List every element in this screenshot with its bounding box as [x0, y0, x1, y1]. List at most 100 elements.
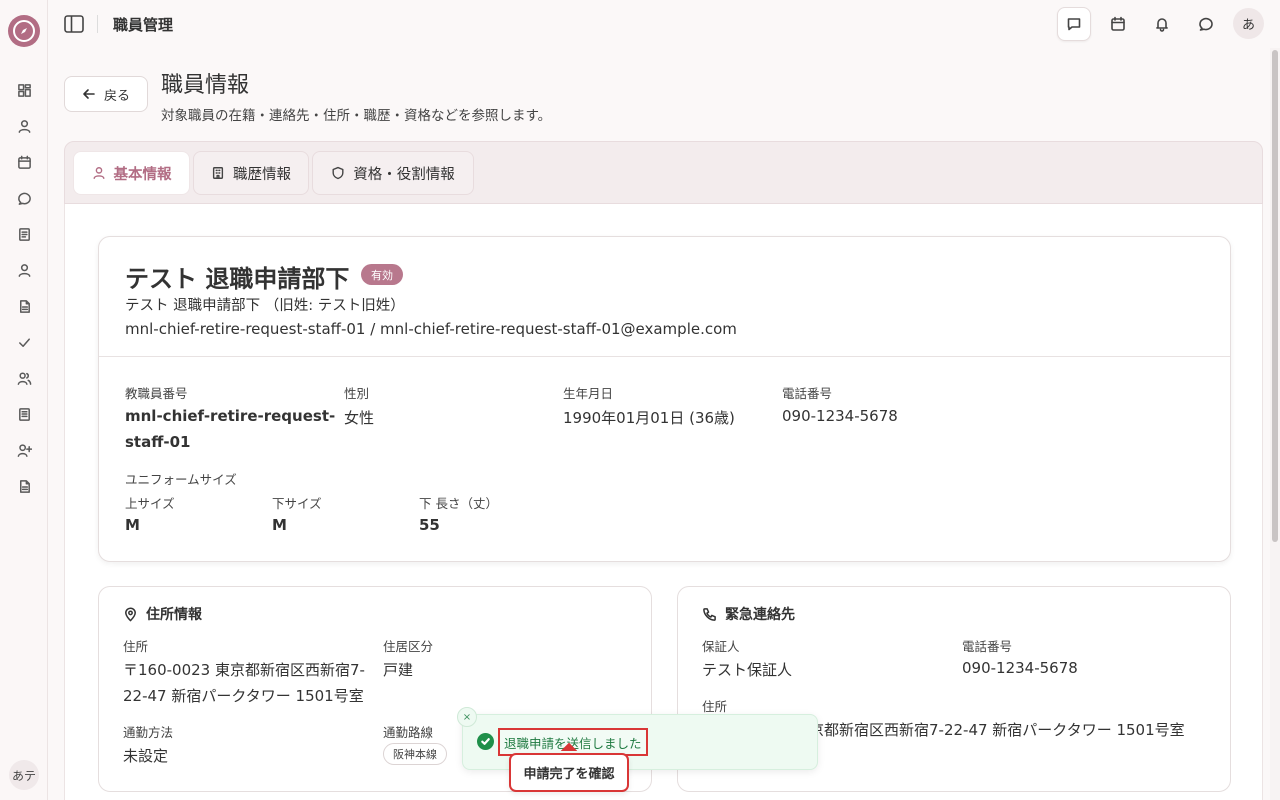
address-card-title-text: 住所情報	[146, 607, 202, 623]
topbar: 職員管理 あ	[48, 0, 1270, 48]
address-line1: 〒160-0023 東京都新宿区西新宿7-	[123, 661, 365, 679]
uniform-label: ユニフォームサイズ	[125, 472, 237, 487]
address-label: 住所	[123, 639, 149, 654]
emergency-phone-value: 090-1234-5678	[962, 659, 1078, 677]
sidebar-item-add-user[interactable]	[14, 440, 34, 460]
dashboard-icon	[17, 83, 31, 97]
tab-label: 職歴情報	[233, 166, 291, 183]
residence-label: 住居区分	[383, 639, 434, 654]
chat-button[interactable]	[1189, 7, 1223, 41]
sidebar-item-user[interactable]	[14, 116, 34, 136]
calendar-button[interactable]	[1101, 7, 1135, 41]
emergency-address-label: 住所	[702, 699, 728, 714]
uniform-top-label: 上サイズ	[125, 496, 175, 511]
employee-kana: テスト 退職申請部下 （旧姓: テスト旧姓）	[125, 298, 405, 314]
sidebar-item-users[interactable]	[14, 368, 34, 388]
person-icon	[18, 263, 30, 277]
message-square-icon	[1067, 18, 1081, 31]
toast-close-button[interactable]: ×	[457, 707, 477, 727]
phone-label: 電話番号	[782, 386, 833, 401]
confirm-submission-button[interactable]: 申請完了を確認	[509, 753, 629, 792]
sidebar-toggle-button[interactable]	[63, 13, 85, 35]
tab-label: 基本情報	[113, 166, 172, 183]
shield-icon	[332, 166, 344, 180]
phone-value: 090-1234-5678	[782, 407, 898, 425]
residence-value: 戸建	[383, 661, 414, 679]
calendar-icon	[1111, 16, 1125, 31]
status-badge: 有効	[361, 264, 403, 285]
check-icon	[18, 337, 30, 347]
map-pin-icon	[125, 607, 136, 621]
bell-icon	[1156, 18, 1168, 32]
page-title: 職員情報	[161, 73, 250, 98]
uniform-bottom-value: M	[272, 516, 287, 534]
check-circle-icon	[477, 733, 494, 750]
uniform-bottom-label: 下サイズ	[272, 496, 322, 511]
back-button[interactable]: 戻る	[64, 76, 148, 112]
topbar-divider	[97, 15, 98, 33]
route-chip: 阪神本線	[383, 743, 447, 765]
scrollbar-thumb[interactable]	[1272, 50, 1278, 542]
chat-icon	[17, 192, 31, 205]
app-logo[interactable]	[8, 15, 40, 47]
staff-no-value-line1: mnl-chief-retire-request-	[125, 407, 336, 425]
tab-qualification-info[interactable]: 資格・役割情報	[312, 151, 474, 195]
sidebar-item-calendar[interactable]	[14, 152, 34, 172]
gender-value: 女性	[344, 409, 375, 427]
sidebar-item-person[interactable]	[14, 260, 34, 280]
commute-value: 未設定	[123, 747, 169, 765]
emergency-card-title-text: 緊急連絡先	[725, 607, 795, 623]
notifications-button[interactable]	[1145, 7, 1179, 41]
user-avatar[interactable]: あ	[1233, 8, 1264, 39]
birth-label: 生年月日	[563, 386, 614, 401]
user-icon	[18, 119, 30, 133]
tabs-bar: 基本情報 職歴情報 資格・役割情報	[64, 141, 1263, 204]
card-divider	[99, 356, 1230, 357]
guarantor-value: テスト保証人	[702, 661, 793, 679]
building-icon	[212, 167, 224, 179]
uniform-length-label: 下 長さ（丈）	[419, 496, 498, 511]
tab-career-info[interactable]: 職歴情報	[193, 151, 309, 195]
emergency-phone-label: 電話番号	[962, 639, 1013, 654]
employee-summary-card: テスト 退職申請部下 有効 テスト 退職申請部下 （旧姓: テスト旧姓） mnl…	[98, 236, 1231, 562]
chat-icon	[1199, 17, 1213, 31]
back-button-label: 戻る	[103, 88, 130, 104]
toast-message: 退職申請を送信しました	[498, 728, 648, 756]
gender-label: 性別	[344, 386, 370, 401]
address-line2: 22-47 新宿パークタワー 1501号室	[123, 687, 364, 705]
employee-login: mnl-chief-retire-request-staff-01 / mnl-…	[125, 320, 737, 338]
panel-left-icon	[64, 15, 84, 33]
sidebar-avatar[interactable]: あテ	[9, 760, 39, 790]
messages-button[interactable]	[1057, 7, 1091, 41]
document-icon	[18, 227, 30, 241]
section-title: 職員管理	[113, 16, 174, 34]
calendar-icon	[17, 155, 31, 169]
file-icon	[19, 299, 30, 313]
arrow-left-icon	[83, 89, 95, 99]
compass-icon	[21, 28, 27, 34]
guarantor-label: 保証人	[702, 639, 740, 654]
uniform-top-value: M	[125, 516, 140, 534]
sidebar-item-report[interactable]	[14, 476, 34, 496]
sidebar-item-document[interactable]	[14, 224, 34, 244]
sidebar-item-check[interactable]	[14, 332, 34, 352]
route-label: 通勤路線	[383, 725, 434, 740]
notebook-icon	[18, 407, 30, 421]
sidebar-item-file[interactable]	[14, 296, 34, 316]
tab-basic-info[interactable]: 基本情報	[73, 151, 190, 195]
employee-name: テスト 退職申請部下	[125, 265, 350, 293]
birth-value: 1990年01月01日 (36歳)	[563, 409, 735, 427]
commute-label: 通勤方法	[123, 725, 174, 740]
sidebar-item-chat[interactable]	[14, 188, 34, 208]
tab-label: 資格・役割情報	[353, 166, 455, 183]
report-icon	[19, 479, 30, 493]
sidebar: あテ	[0, 0, 48, 800]
phone-icon	[703, 607, 716, 621]
page-subtitle: 対象職員の在籍・連絡先・住所・職歴・資格などを参照します。	[161, 108, 552, 124]
staff-no-value-line2: staff-01	[125, 433, 191, 451]
users-icon	[17, 372, 31, 385]
sidebar-item-notebook[interactable]	[14, 404, 34, 424]
sidebar-item-dashboard[interactable]	[14, 80, 34, 100]
staff-no-label: 教職員番号	[125, 386, 188, 401]
uniform-length-value: 55	[419, 516, 440, 534]
